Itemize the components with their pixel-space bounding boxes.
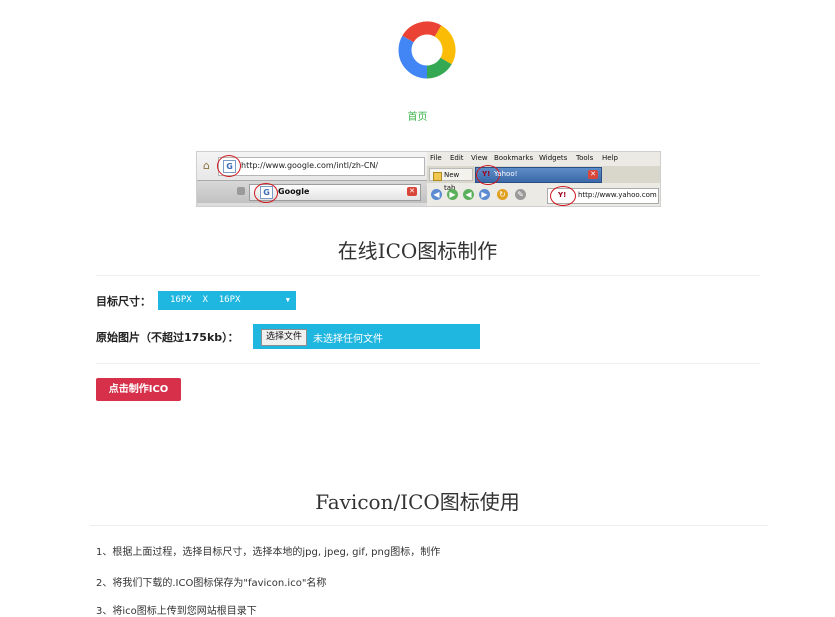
favicon-demo-image: ⌂ G http://www.google.com/intl/zh-CN/ G …	[196, 151, 661, 207]
demo-nav-row: ◀ ▶ ◀ ▶ ↻ ✎ Y! http://www.yahoo.com	[427, 185, 660, 206]
rewind-icon: ◀	[463, 189, 474, 200]
size-select-value: 16PX X 16PX	[170, 295, 241, 305]
close-icon: ✕	[588, 170, 598, 179]
size-select[interactable]: 16PX X 16PX ▼	[158, 291, 296, 310]
maker-title: 在线ICO图标制作	[337, 239, 498, 263]
close-icon: ✕	[407, 187, 417, 196]
demo-google-tab: G Google ✕	[249, 183, 421, 203]
home-link[interactable]: 首页	[0, 108, 835, 123]
demo-url-text: http://www.google.com/intl/zh-CN/	[241, 161, 379, 170]
demo-menu-bar: File Edit View Bookmarks Widgets Tools H…	[427, 152, 660, 165]
demo-browser-left: ⌂ G http://www.google.com/intl/zh-CN/ G …	[197, 152, 427, 206]
back-icon: ◀	[431, 189, 442, 200]
demo-yahoo-tab-label: Yahoo!	[494, 170, 518, 178]
source-label: 原始图片（不超过175kb）：	[96, 331, 239, 344]
usage-title: Favicon/ICO图标使用	[315, 490, 520, 514]
file-input[interactable]: 选择文件 未选择任何文件	[253, 324, 480, 349]
forward-icon: ▶	[447, 189, 458, 200]
demo-menu-help: Help	[602, 154, 618, 162]
fast-forward-icon: ▶	[479, 189, 490, 200]
demo-menu-file: File	[430, 154, 442, 162]
site-logo	[398, 21, 456, 79]
usage-step: 1、根据上面过程，选择目标尺寸，选择本地的jpg, jpeg, gif, png…	[96, 547, 441, 558]
demo-tab-bar: G Google ✕	[197, 180, 427, 203]
demo-url-bar: G http://www.google.com/intl/zh-CN/	[217, 155, 425, 177]
demo-yahoo-url-text: http://www.yahoo.com	[578, 191, 657, 199]
divider	[96, 363, 760, 364]
choose-file-button[interactable]: 选择文件	[261, 329, 308, 346]
demo-tab-row: New tab Y! Yahoo! ✕	[427, 165, 660, 192]
page-icon	[433, 172, 442, 181]
demo-menu-view: View	[471, 154, 488, 162]
edit-icon: ✎	[515, 189, 526, 200]
size-label: 目标尺寸：	[96, 295, 151, 308]
file-status: 未选择任何文件	[313, 334, 383, 345]
demo-new-tab: New tab	[429, 168, 473, 192]
demo-menu-edit: Edit	[450, 154, 464, 162]
usage-step: 3、将ico图标上传到您网站根目录下	[96, 606, 257, 617]
reload-icon: ↻	[497, 189, 508, 200]
home-icon: ⌂	[203, 159, 210, 172]
demo-google-tab-label: Google	[278, 187, 310, 196]
make-ico-button[interactable]: 点击制作ICO	[96, 378, 181, 401]
highlight-ring	[550, 186, 576, 206]
demo-browser-right: File Edit View Bookmarks Widgets Tools H…	[427, 152, 660, 206]
divider	[96, 275, 760, 276]
demo-yahoo-tab: Y! Yahoo! ✕	[475, 165, 602, 185]
demo-yahoo-url-bar: Y! http://www.yahoo.com	[547, 186, 659, 206]
demo-menu-bookmarks: Bookmarks	[494, 154, 534, 162]
highlight-ring	[217, 155, 241, 177]
demo-menu-widgets: Widgets	[539, 154, 568, 162]
chevron-down-icon: ▼	[285, 296, 290, 304]
tab-icon	[237, 187, 245, 195]
demo-menu-tools: Tools	[576, 154, 594, 162]
highlight-ring	[254, 183, 278, 203]
divider	[90, 525, 768, 526]
usage-step: 2、将我们下载的.ICO图标保存为"favicon.ico"名称	[96, 578, 327, 589]
